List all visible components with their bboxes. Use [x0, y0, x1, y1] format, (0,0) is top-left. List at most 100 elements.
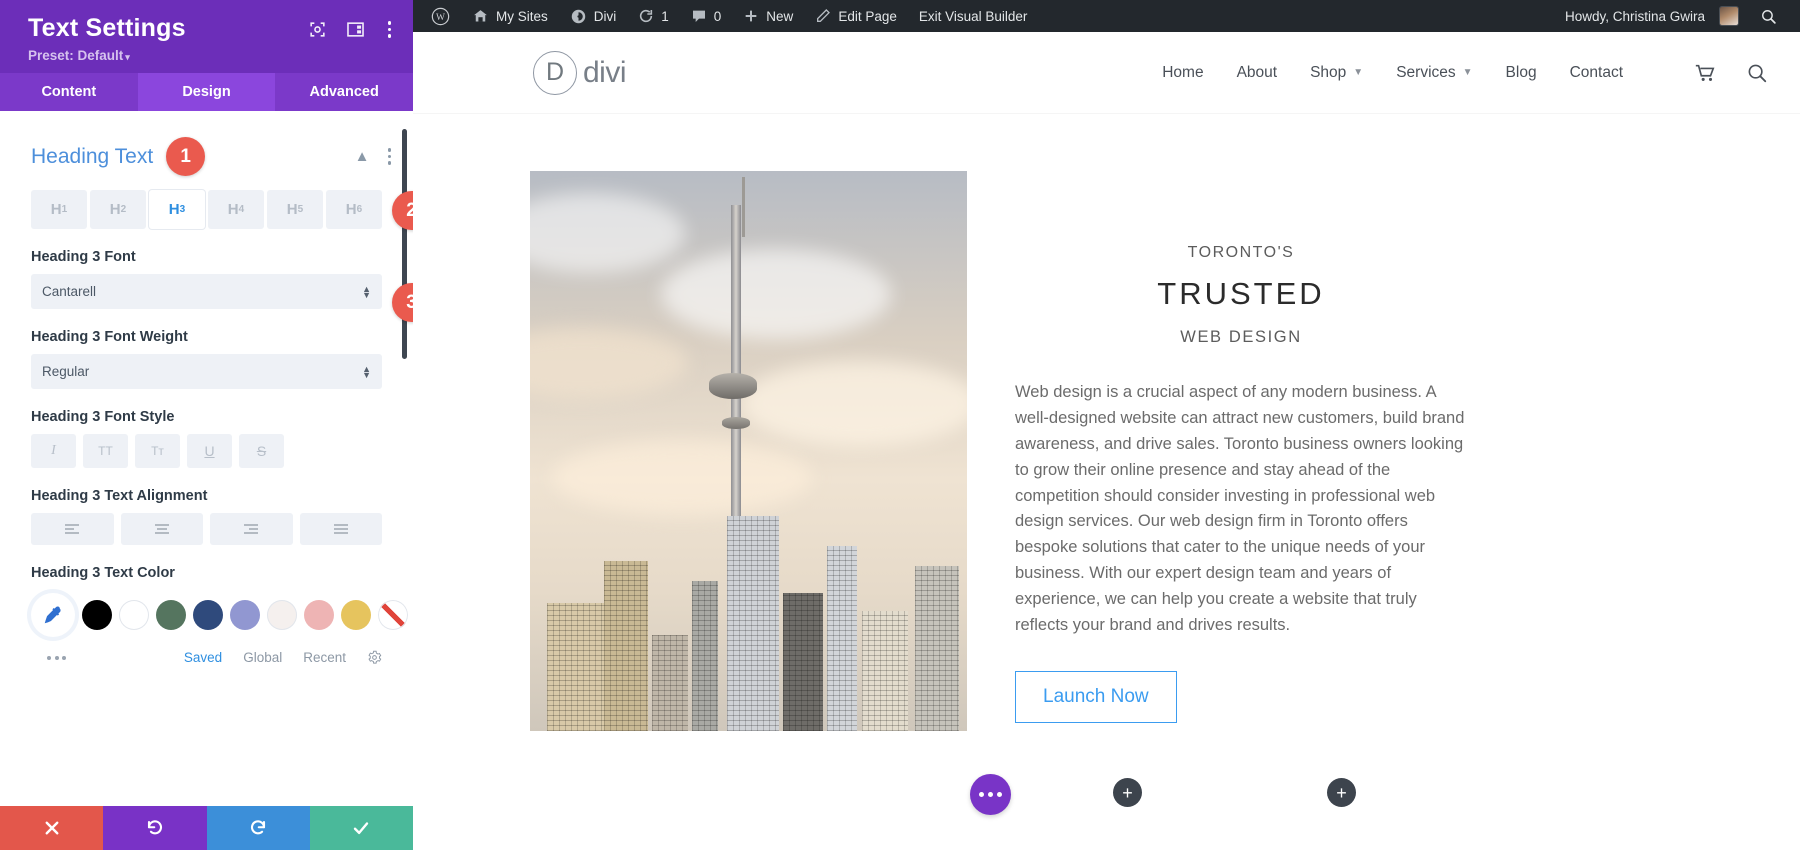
wp-exit-label: Exit Visual Builder	[918, 8, 1028, 24]
heading-level-h1[interactable]: H1	[31, 190, 87, 229]
italic-icon[interactable]: I	[31, 434, 76, 468]
color-swatch-navy[interactable]	[193, 600, 223, 630]
color-swatch-pink[interactable]	[304, 600, 334, 630]
font-row: Heading 3 Font Cantarell ▲ ▼ 3	[0, 249, 413, 322]
text-color-row: Heading 3 Text Color	[0, 565, 413, 637]
site-logo[interactable]: D divi	[533, 50, 627, 95]
heading-level-h5[interactable]: H5	[267, 190, 323, 229]
font-weight-select[interactable]: Regular ▲ ▼	[31, 354, 382, 389]
preview-area: W My Sites Divi 1 0 New Edit Page Exit V…	[413, 0, 1800, 850]
annotation-badge-3: 3	[392, 283, 413, 322]
heading-level-h4[interactable]: H4	[208, 190, 264, 229]
text-settings-panel: Text Settings Preset: Default ▾ Content …	[0, 0, 413, 850]
undo-icon	[147, 820, 162, 835]
align-left-icon[interactable]	[31, 513, 114, 545]
wp-search[interactable]	[1749, 8, 1788, 25]
nav-shop[interactable]: Shop ▼	[1310, 64, 1363, 82]
cart-icon[interactable]	[1694, 62, 1716, 84]
hero-headline[interactable]: TRUSTED	[1015, 276, 1467, 312]
heading-text-section-header: Heading Text 1 ▲	[0, 111, 413, 186]
wp-exit-visual-builder[interactable]: Exit Visual Builder	[908, 9, 1039, 24]
wp-howdy[interactable]: Howdy, Christina Gwira	[1554, 7, 1749, 25]
global-colors-link[interactable]: Global	[243, 650, 282, 665]
redo-button[interactable]	[206, 806, 310, 850]
hero-paragraph: Web design is a crucial aspect of any mo…	[1015, 383, 1465, 635]
align-justify-icon[interactable]	[299, 513, 382, 545]
sites-icon	[474, 9, 487, 21]
underline-icon[interactable]: U	[187, 434, 232, 468]
font-select[interactable]: Cantarell ▲ ▼	[31, 274, 382, 309]
wp-comments[interactable]: 0	[680, 8, 733, 24]
redo-icon	[251, 820, 266, 835]
align-center-icon[interactable]	[120, 513, 203, 545]
wp-new[interactable]: New	[732, 8, 804, 24]
site-header: D divi Home About Shop ▼ Services ▼ Blog C…	[413, 32, 1800, 113]
responsive-view-icon[interactable]	[308, 20, 327, 39]
tab-design[interactable]: Design	[137, 73, 276, 111]
heading-level-h6[interactable]: H6	[326, 190, 382, 229]
undo-button[interactable]	[103, 806, 207, 850]
preset-selector[interactable]: Preset: Default ▾	[28, 48, 186, 63]
wp-divi[interactable]: Divi	[559, 8, 628, 25]
kebab-menu-icon[interactable]	[384, 21, 396, 38]
updates-icon	[640, 9, 653, 23]
divi-icon	[571, 9, 585, 23]
search-icon	[1762, 9, 1776, 24]
text-alignment-row: Heading 3 Text Alignment	[0, 488, 413, 545]
panel-scrollbar[interactable]	[402, 129, 407, 359]
align-right-icon[interactable]	[210, 513, 293, 545]
heading-level-h2[interactable]: H2	[90, 190, 146, 229]
eyedropper-icon[interactable]	[31, 593, 75, 637]
logo-circle-d: D	[533, 50, 577, 95]
section-title[interactable]: Heading Text	[31, 145, 153, 169]
module-menu-icon[interactable]	[970, 774, 1011, 815]
launch-now-button[interactable]: Launch Now	[1015, 670, 1177, 723]
heading-level-row: H1 H2 H3 H4 H5 H6 2	[0, 190, 413, 230]
capitalize-icon[interactable]: Tт	[135, 434, 180, 468]
nav-home[interactable]: Home	[1162, 64, 1203, 82]
recent-colors-link[interactable]: Recent	[303, 650, 346, 665]
more-colors-icon[interactable]	[47, 655, 66, 660]
annotation-badge-1: 1	[166, 137, 206, 176]
saved-colors-link[interactable]: Saved	[184, 650, 222, 665]
chevron-up-icon[interactable]: ▲	[355, 148, 370, 165]
layout-toggle-icon[interactable]	[346, 20, 365, 39]
cancel-button[interactable]	[0, 806, 104, 850]
save-button[interactable]	[309, 806, 413, 850]
cn-tower-upper-pod	[722, 417, 751, 430]
gear-icon[interactable]	[367, 650, 382, 665]
nav-about[interactable]: About	[1237, 64, 1278, 82]
chevron-down-icon: ▼	[1462, 67, 1473, 78]
color-swatch-gold[interactable]	[341, 600, 371, 630]
heading-level-h3[interactable]: H3	[149, 190, 205, 229]
color-swatch-green[interactable]	[156, 600, 186, 630]
settings-tabs: Content Design Advanced	[0, 73, 413, 111]
uppercase-icon[interactable]: TT	[83, 434, 128, 468]
check-icon	[354, 822, 369, 835]
section-kebab-menu-icon[interactable]	[384, 148, 396, 165]
tab-advanced[interactable]: Advanced	[275, 73, 413, 111]
color-swatch-offwhite[interactable]	[267, 600, 297, 630]
nav-blog[interactable]: Blog	[1506, 64, 1537, 82]
panel-body: Heading Text 1 ▲ H1 H2 H 3 H 4 H 5 H 6 2…	[0, 111, 413, 806]
nav-services[interactable]: Services ▼	[1396, 64, 1472, 82]
color-swatch-white[interactable]	[119, 600, 149, 630]
wp-updates[interactable]: 1	[627, 8, 680, 24]
search-icon[interactable]	[1746, 62, 1768, 84]
wp-edit-page[interactable]: Edit Page	[804, 8, 908, 24]
wp-logo-item[interactable]: W	[427, 7, 461, 26]
color-swatch-black[interactable]	[82, 600, 112, 630]
annotation-badge-2: 2	[392, 191, 413, 230]
color-swatch-periwinkle[interactable]	[230, 600, 260, 630]
chevron-down-icon: ▼	[1353, 67, 1364, 78]
color-swatch-transparent[interactable]	[378, 600, 408, 630]
site-nav: Home About Shop ▼ Services ▼ Blog Contact	[1162, 62, 1768, 84]
add-module-button-right[interactable]: +	[1327, 778, 1356, 807]
strikethrough-icon[interactable]: S	[239, 434, 284, 468]
tab-content[interactable]: Content	[0, 73, 138, 111]
wp-my-sites[interactable]: My Sites	[461, 8, 559, 25]
add-module-button-left[interactable]: +	[1113, 778, 1142, 807]
panel-header: Text Settings Preset: Default ▾	[0, 0, 413, 73]
nav-contact[interactable]: Contact	[1570, 64, 1623, 82]
text-alignment-group	[31, 513, 382, 545]
